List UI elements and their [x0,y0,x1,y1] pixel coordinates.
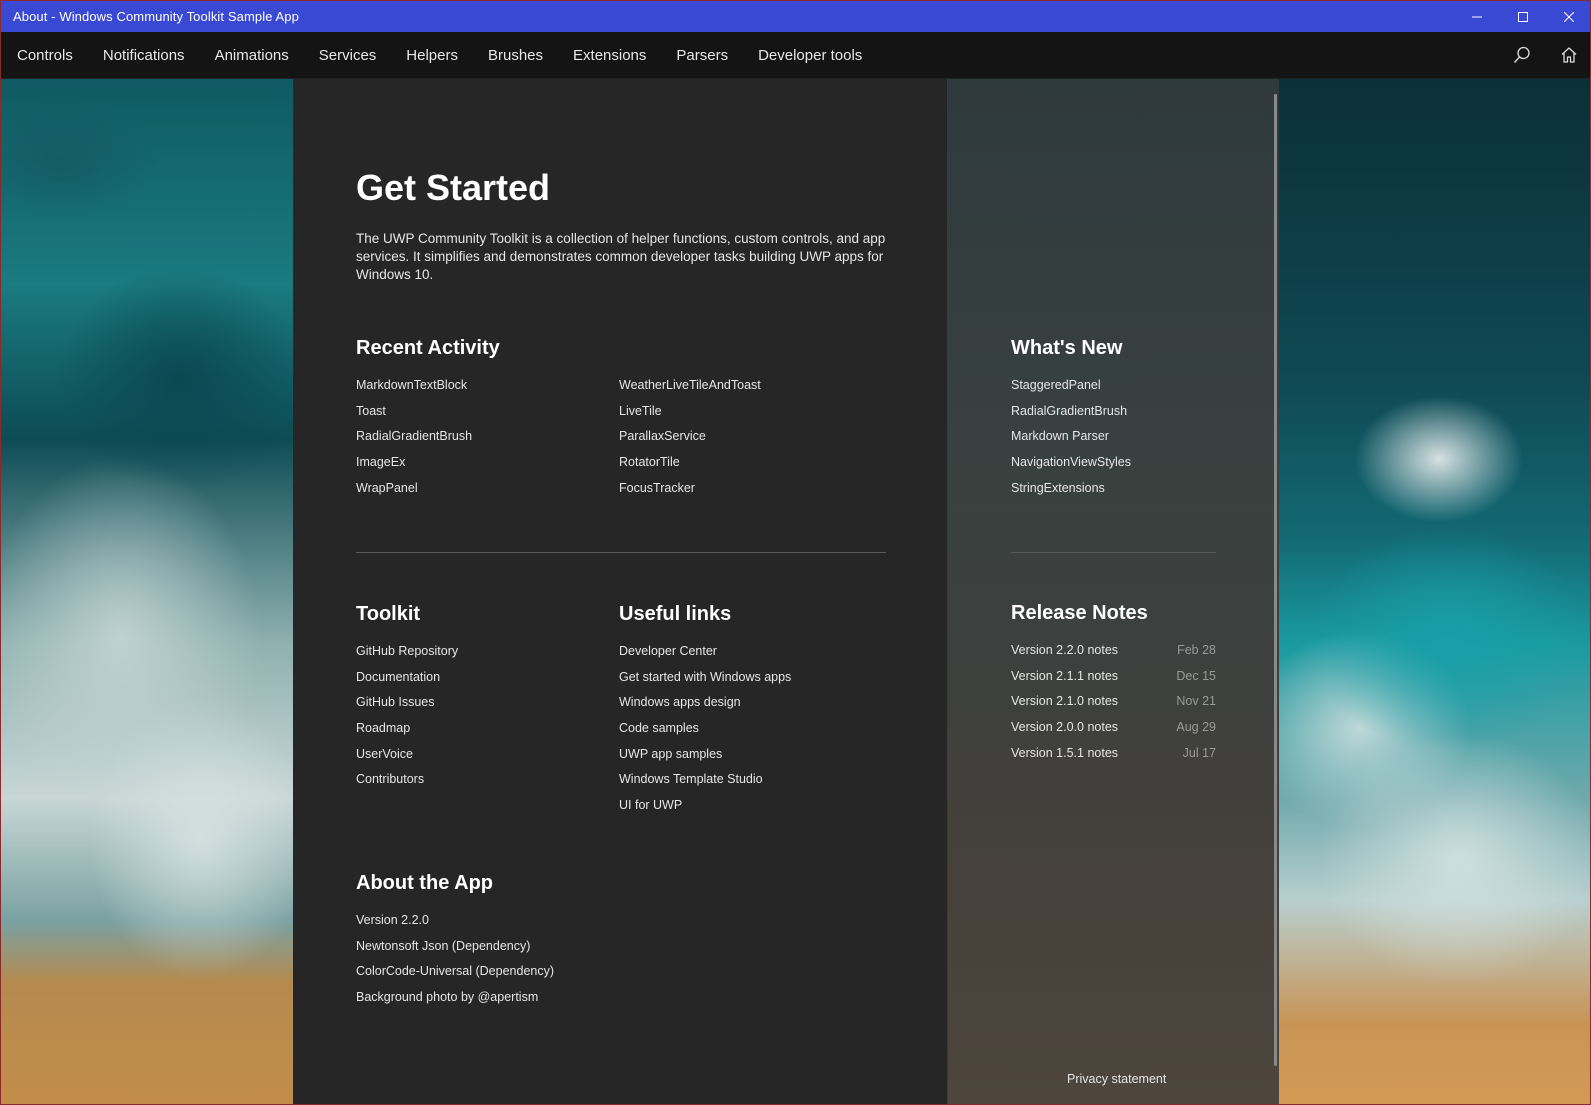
maximize-icon [1518,11,1528,22]
release-note-date: Feb 28 [1177,643,1216,657]
recent-activity-link[interactable]: RotatorTile [619,455,761,481]
release-note-row[interactable]: Version 2.1.1 notes Dec 15 [1011,669,1216,695]
search-icon [1513,46,1530,63]
release-note-row[interactable]: Version 1.5.1 notes Jul 17 [1011,746,1216,772]
about-app-link[interactable]: ColorCode-Universal (Dependency) [356,964,554,990]
home-button[interactable] [1545,32,1590,79]
release-note-row[interactable]: Version 2.0.0 notes Aug 29 [1011,720,1216,746]
about-app-list: Version 2.2.0 Newtonsoft Json (Dependenc… [356,913,554,1016]
maximize-button[interactable] [1500,1,1546,32]
toolkit-link[interactable]: Documentation [356,670,458,696]
nav-item-parsers[interactable]: Parsers [661,32,743,79]
app-window: About - Windows Community Toolkit Sample… [0,0,1591,1105]
release-note-date: Dec 15 [1176,668,1216,683]
release-note-date: Nov 21 [1176,694,1216,709]
nav-item-controls[interactable]: Controls [1,32,88,79]
whats-new-link[interactable]: StringExtensions [1011,481,1131,507]
page-title: Get Started [356,167,551,208]
recent-activity-title: Recent Activity [356,337,500,359]
toolkit-link[interactable]: GitHub Issues [356,695,458,721]
useful-link[interactable]: Developer Center [619,644,791,670]
release-note-label: Version 1.5.1 notes [1011,745,1119,760]
about-app-link[interactable]: Newtonsoft Json (Dependency) [356,939,554,965]
useful-link[interactable]: Windows Template Studio [619,772,791,798]
about-app-link[interactable]: Background photo by @apertism [356,990,554,1016]
side-content-panel [947,79,1279,1104]
recent-activity-link[interactable]: RadialGradientBrush [356,429,472,455]
background-photo-left [1,79,293,1104]
release-note-label: Version 2.0.0 notes [1011,720,1119,735]
nav-item-brushes[interactable]: Brushes [473,32,558,79]
whats-new-list: StaggeredPanel RadialGradientBrush Markd… [1011,378,1131,506]
release-note-date: Aug 29 [1176,720,1216,735]
recent-activity-link[interactable]: ParallaxService [619,429,761,455]
useful-link[interactable]: Get started with Windows apps [619,670,791,696]
recent-activity-list-1: MarkdownTextBlock Toast RadialGradientBr… [356,378,472,506]
app-version: Version 2.2.0 [356,913,429,927]
useful-link[interactable]: Code samples [619,721,791,747]
useful-link[interactable]: UI for UWP [619,798,791,824]
release-notes-list: Version 2.2.0 notes Feb 28 Version 2.1.1… [1011,643,1216,771]
nav-item-animations[interactable]: Animations [200,32,304,79]
window-title: About - Windows Community Toolkit Sample… [13,9,299,24]
release-note-row[interactable]: Version 2.1.0 notes Nov 21 [1011,694,1216,720]
recent-activity-link[interactable]: FocusTracker [619,481,761,507]
whats-new-title: What's New [1011,337,1123,359]
nav-item-extensions[interactable]: Extensions [558,32,661,79]
minimize-icon [1472,16,1482,17]
nav-item-helpers[interactable]: Helpers [391,32,473,79]
about-app-title: About the App [356,872,494,894]
release-note-label: Version 2.2.0 notes [1011,643,1119,657]
toolkit-link[interactable]: Roadmap [356,721,458,747]
toolkit-link[interactable]: GitHub Repository [356,644,458,670]
top-navigation: Controls Notifications Animations Servic… [1,32,1590,79]
whats-new-link[interactable]: NavigationViewStyles [1011,455,1131,481]
recent-activity-link[interactable]: Toast [356,404,472,430]
useful-link[interactable]: Windows apps design [619,695,791,721]
close-icon [1564,11,1574,22]
privacy-statement-link[interactable]: Privacy statement [1067,1072,1166,1086]
whats-new-link[interactable]: Markdown Parser [1011,429,1131,455]
search-button[interactable] [1498,32,1545,79]
whats-new-link[interactable]: RadialGradientBrush [1011,404,1131,430]
recent-activity-link[interactable]: WeatherLiveTileAndToast [619,378,761,404]
useful-links-list: Developer Center Get started with Window… [619,644,791,824]
background-photo-right [1279,79,1590,1104]
release-notes-title: Release Notes [1011,602,1148,624]
recent-activity-link[interactable]: WrapPanel [356,481,472,507]
recent-activity-list-2: WeatherLiveTileAndToast LiveTile Paralla… [619,378,761,506]
home-icon [1561,47,1576,63]
toolkit-title: Toolkit [356,603,421,625]
minimize-button[interactable] [1454,1,1500,32]
release-note-label: Version 2.1.1 notes [1011,668,1119,683]
divider [1011,552,1216,553]
intro-text: The UWP Community Toolkit is a collectio… [356,231,886,282]
recent-activity-link[interactable]: MarkdownTextBlock [356,378,472,404]
useful-links-title: Useful links [619,603,732,625]
recent-activity-link[interactable]: LiveTile [619,404,761,430]
nav-item-developer-tools[interactable]: Developer tools [743,32,877,79]
title-bar: About - Windows Community Toolkit Sample… [1,1,1590,32]
vertical-scrollbar[interactable] [1274,94,1277,1066]
recent-activity-link[interactable]: ImageEx [356,455,472,481]
nav-item-services[interactable]: Services [304,32,392,79]
toolkit-link[interactable]: Contributors [356,772,458,798]
divider [356,552,886,553]
release-note-date: Jul 17 [1182,745,1216,760]
toolkit-link[interactable]: UserVoice [356,747,458,773]
useful-link[interactable]: UWP app samples [619,747,791,773]
release-note-label: Version 2.1.0 notes [1011,694,1119,709]
toolkit-list: GitHub Repository Documentation GitHub I… [356,644,458,798]
whats-new-link[interactable]: StaggeredPanel [1011,378,1131,404]
close-button[interactable] [1546,1,1590,32]
release-note-row[interactable]: Version 2.2.0 notes Feb 28 [1011,643,1216,669]
nav-item-notifications[interactable]: Notifications [88,32,200,79]
